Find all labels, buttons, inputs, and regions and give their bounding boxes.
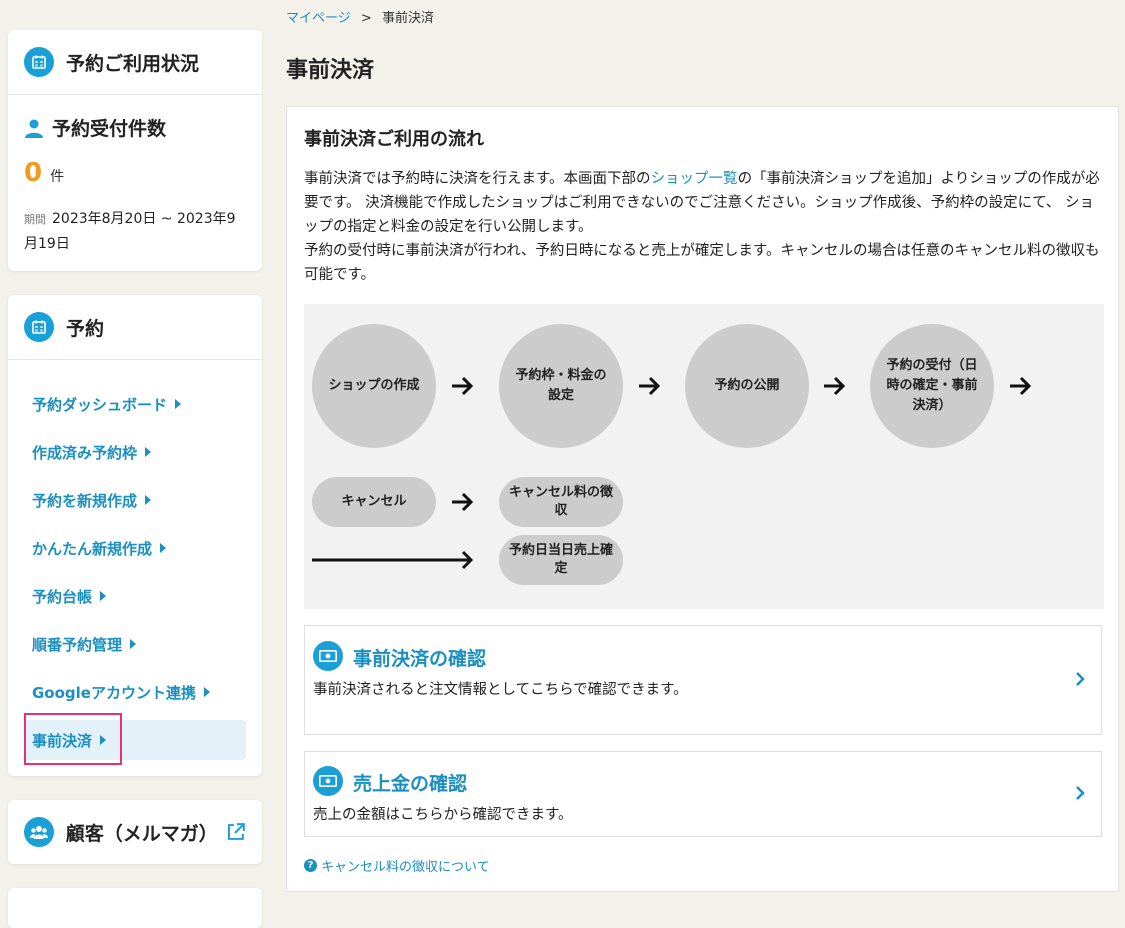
calendar-icon — [24, 47, 54, 77]
arrow-right-icon — [452, 376, 474, 396]
period: 期間 2023年8月20日 ~ 2023年9月19日 — [24, 207, 244, 256]
highlight-box — [24, 713, 122, 765]
caret-right-icon — [100, 591, 107, 601]
caret-right-icon — [160, 543, 167, 553]
question-icon: ? — [304, 859, 317, 872]
nav-item-ledger[interactable]: 予約台帳 — [24, 576, 246, 616]
nav-item-queue[interactable]: 順番予約管理 — [24, 624, 246, 664]
status-card-header: 予約ご利用状況 — [8, 30, 262, 95]
nav-item-label: かんたん新規作成 — [32, 539, 153, 558]
reception-count-value: 0 件 — [24, 158, 64, 188]
cancel-fee-help-link[interactable]: ? キャンセル料の徴収について — [304, 856, 490, 875]
nav-item-label: 予約ダッシュボード — [32, 395, 168, 414]
count-unit: 件 — [50, 169, 65, 185]
description-paragraph-2: 予約の受付時に事前決済が行われ、予約日時になると売上が確定します。キャンセルの場… — [304, 243, 1100, 283]
flow-step-label: 予約の受付（日時の確定・事前決済） — [886, 358, 978, 413]
flow-step-label: 予約枠・料金の設定 — [515, 368, 607, 403]
nav-item-created-slots[interactable]: 作成済み予約枠 — [24, 432, 246, 472]
reservation-card: 予約 予約ダッシュボード 作成済み予約枠 予約を新規作成 かんたん新規作成 予約… — [8, 295, 262, 776]
period-value: 2023年8月20日 ~ 2023年9月19日 — [24, 211, 236, 252]
status-card: 予約ご利用状況 予約受付件数 0 件 期間 2023年8月20日 ~ 2023年9… — [8, 30, 262, 271]
nav-item-label: 予約台帳 — [32, 587, 93, 606]
flow-step-label: ショップの作成 — [328, 378, 420, 393]
nav-item-dashboard[interactable]: 予約ダッシュボード — [24, 384, 246, 424]
arrow-right-icon — [639, 376, 661, 396]
reception-count-heading: 予約受付件数 — [24, 114, 166, 141]
sidebar-card-next — [8, 888, 262, 928]
count-number: 0 — [24, 158, 43, 188]
nav-item-label: Googleアカウント連携 — [32, 683, 196, 702]
breadcrumb-home-link[interactable]: マイページ — [286, 11, 351, 26]
reservation-card-title: 予約 — [66, 317, 105, 340]
flow-step-publish: 予約の公開 — [685, 324, 809, 448]
help-link-label: キャンセル料の徴収について — [321, 860, 490, 875]
arrow-right-icon — [452, 492, 474, 512]
description-paragraph-1: 事前決済では予約時に決済を行えます。本画面下部のショップ一覧の「事前決済ショップ… — [304, 167, 1104, 239]
chevron-right-icon — [1076, 786, 1085, 800]
description-text: 事前決済では予約時に決済を行えます。本画面下部の — [304, 171, 651, 187]
flow-section-title: 事前決済ご利用の流れ — [304, 129, 484, 150]
period-label: 期間 — [24, 213, 46, 226]
calendar-icon — [24, 312, 54, 342]
sales-check-title: 売上金の確認 — [353, 773, 468, 795]
arrow-right-icon — [824, 376, 846, 396]
flow-sales-confirm: 予約日当日売上確定 — [499, 535, 623, 585]
users-icon — [24, 817, 54, 847]
breadcrumb: マイページ > 事前決済 — [286, 7, 434, 26]
prepayment-check-title: 事前決済の確認 — [353, 648, 487, 670]
flow-diagram: ショップの作成 予約枠・料金の設定 予約の公開 予約の受付（日時の確定・事前決済… — [304, 304, 1104, 609]
shop-list-link[interactable]: ショップ一覧 — [651, 171, 738, 187]
flow-description: 事前決済では予約時に決済を行えます。本画面下部のショップ一覧の「事前決済ショップ… — [304, 167, 1104, 287]
arrow-right-icon — [1010, 376, 1032, 396]
customer-card-header: 顧客（メルマガ） — [8, 800, 262, 864]
flow-step-slot: 予約枠・料金の設定 — [499, 324, 623, 448]
caret-right-icon — [145, 495, 152, 505]
customer-card-title: 顧客（メルマガ） — [65, 822, 218, 845]
caret-right-icon — [145, 447, 152, 457]
reservation-card-header: 予約 — [8, 295, 262, 360]
flow-step-label: 予約の公開 — [714, 378, 780, 393]
status-card-title: 予約ご利用状況 — [66, 52, 200, 75]
caret-right-icon — [130, 639, 137, 649]
nav-item-label: 作成済み予約枠 — [32, 443, 138, 462]
sales-check-text: 売上の金額はこちらから確認できます。 — [313, 807, 573, 823]
prepayment-check-box[interactable]: 事前決済の確認 事前決済されると注文情報としてこちらで確認できます。 — [304, 625, 1102, 735]
sales-check-box[interactable]: 売上金の確認 売上の金額はこちらから確認できます。 — [304, 751, 1102, 837]
flow-step-shop: ショップの作成 — [312, 324, 436, 448]
prepayment-check-text: 事前決済されると注文情報としてこちらで確認できます。 — [313, 682, 688, 698]
flow-step-accept: 予約の受付（日時の確定・事前決済） — [870, 324, 994, 448]
customer-card[interactable]: 顧客（メルマガ） — [8, 800, 262, 864]
flow-cancel: キャンセル — [312, 477, 436, 527]
reception-count-label: 予約受付件数 — [52, 118, 167, 140]
long-arrow-right-icon — [312, 550, 474, 570]
nav-item-label: 順番予約管理 — [32, 635, 123, 654]
breadcrumb-current: 事前決済 — [381, 11, 434, 26]
chevron-right-icon — [1076, 672, 1085, 686]
nav-item-quick-create[interactable]: かんたん新規作成 — [24, 528, 246, 568]
flow-step-label: キャンセル料の徴収 — [509, 485, 614, 518]
flow-cancel-fee: キャンセル料の徴収 — [499, 477, 623, 527]
money-icon — [313, 641, 343, 671]
person-icon — [25, 119, 43, 138]
money-icon — [313, 766, 343, 796]
flow-step-label: 予約日当日売上確定 — [509, 543, 614, 576]
main-panel: 事前決済ご利用の流れ 事前決済では予約時に決済を行えます。本画面下部のショップ一… — [286, 106, 1119, 892]
nav-item-new-reservation[interactable]: 予約を新規作成 — [24, 480, 246, 520]
caret-right-icon — [175, 399, 182, 409]
breadcrumb-separator: > — [360, 11, 372, 26]
nav-item-label: 予約を新規作成 — [32, 491, 138, 510]
nav-item-google[interactable]: Googleアカウント連携 — [24, 672, 246, 712]
external-link-icon[interactable] — [226, 822, 246, 842]
caret-right-icon — [203, 687, 210, 697]
page-title: 事前決済 — [286, 58, 375, 83]
flow-step-label: キャンセル — [341, 494, 407, 509]
